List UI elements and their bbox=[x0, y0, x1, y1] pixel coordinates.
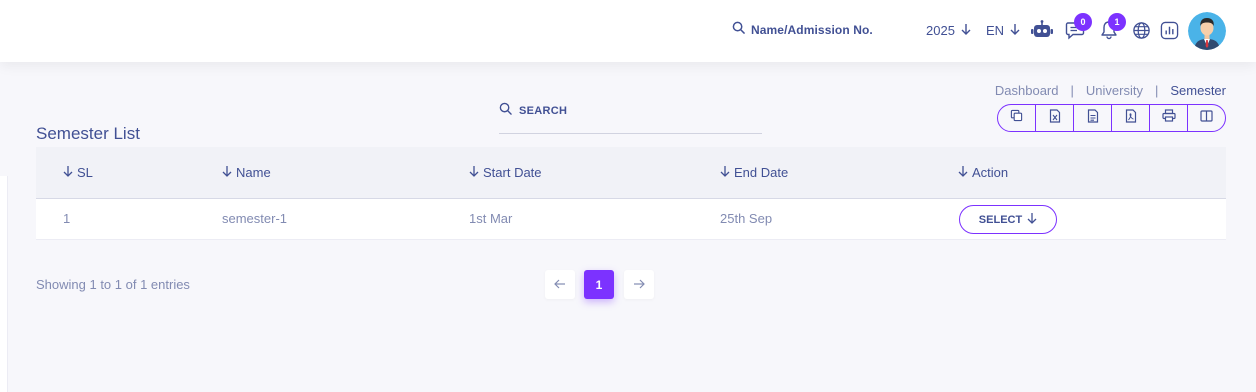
notification-count-badge: 1 bbox=[1108, 13, 1126, 31]
column-header-end-date[interactable]: End Date bbox=[720, 165, 788, 180]
table-search-input[interactable]: SEARCH bbox=[499, 100, 762, 134]
pdf-icon bbox=[1125, 108, 1137, 128]
search-icon bbox=[732, 21, 745, 39]
analytics-icon[interactable] bbox=[1158, 19, 1180, 41]
cell-name: semester-1 bbox=[222, 211, 288, 226]
sidebar-edge bbox=[0, 176, 8, 392]
entries-info: Showing 1 to 1 of 1 entries bbox=[36, 277, 190, 292]
column-header-action[interactable]: Action bbox=[958, 165, 1008, 180]
columns-button[interactable] bbox=[1188, 105, 1225, 131]
arrow-left-icon bbox=[554, 278, 566, 292]
student-search[interactable]: Name/Admission No. bbox=[732, 21, 873, 39]
table-header: SL Name Start Date End Date Action bbox=[36, 147, 1226, 199]
print-button[interactable] bbox=[1150, 105, 1188, 131]
table-row: 1 semester-1 1st Mar 25th Sep SELECT bbox=[36, 199, 1226, 240]
column-header-start-date[interactable]: Start Date bbox=[469, 165, 542, 180]
arrow-down-icon bbox=[961, 23, 971, 38]
column-header-sl[interactable]: SL bbox=[63, 165, 93, 180]
page-1-button[interactable]: 1 bbox=[584, 270, 614, 299]
arrow-right-icon bbox=[633, 278, 645, 292]
column-header-label: SL bbox=[77, 165, 93, 180]
user-avatar[interactable] bbox=[1188, 12, 1226, 50]
robot-icon[interactable] bbox=[1031, 19, 1053, 41]
arrow-down-icon bbox=[1027, 212, 1037, 227]
column-header-name[interactable]: Name bbox=[222, 165, 271, 180]
globe-icon[interactable] bbox=[1130, 19, 1152, 41]
csv-button[interactable] bbox=[1074, 105, 1112, 131]
arrow-down-icon bbox=[1010, 23, 1020, 38]
select-action-label: SELECT bbox=[978, 213, 1023, 226]
sort-arrow-icon bbox=[720, 165, 730, 180]
select-action-button[interactable]: SELECT bbox=[959, 205, 1057, 234]
cell-start-date: 1st Mar bbox=[469, 211, 513, 226]
sort-arrow-icon bbox=[222, 165, 232, 180]
excel-icon bbox=[1049, 108, 1061, 128]
sort-arrow-icon bbox=[469, 165, 479, 180]
print-icon bbox=[1161, 109, 1176, 127]
next-page-button[interactable] bbox=[624, 270, 654, 299]
column-header-label: Name bbox=[236, 165, 271, 180]
breadcrumb-separator: | bbox=[1154, 83, 1159, 98]
column-header-label: End Date bbox=[734, 165, 789, 180]
page-title: Semester List bbox=[36, 124, 140, 143]
top-navbar: Name/Admission No. 2025 EN 0 1 bbox=[0, 0, 1256, 62]
search-icon bbox=[499, 102, 512, 120]
cell-sl: 1 bbox=[63, 211, 71, 226]
language-selector[interactable]: EN bbox=[986, 21, 1020, 39]
csv-icon bbox=[1087, 108, 1099, 128]
cell-end-date: 25th Sep bbox=[720, 211, 773, 226]
export-button-group bbox=[997, 104, 1226, 132]
column-header-label: Start Date bbox=[483, 165, 542, 180]
copy-button[interactable] bbox=[998, 105, 1036, 131]
year-value: 2025 bbox=[926, 22, 955, 38]
breadcrumb-semester: Semester bbox=[1170, 83, 1226, 98]
columns-icon bbox=[1200, 109, 1213, 127]
pdf-button[interactable] bbox=[1112, 105, 1150, 131]
breadcrumb-dashboard[interactable]: Dashboard bbox=[995, 83, 1059, 98]
breadcrumb: Dashboard | University | Semester bbox=[995, 83, 1226, 98]
excel-button[interactable] bbox=[1036, 105, 1074, 131]
breadcrumb-university[interactable]: University bbox=[1086, 83, 1143, 98]
table-search-placeholder: SEARCH bbox=[519, 104, 568, 117]
semester-table: SL Name Start Date End Date Action 1 sem… bbox=[36, 147, 1226, 240]
breadcrumb-separator: | bbox=[1070, 83, 1074, 98]
sort-arrow-icon bbox=[63, 165, 73, 180]
sort-arrow-icon bbox=[958, 165, 968, 180]
column-header-label: Action bbox=[972, 165, 1009, 180]
student-search-label: Name/Admission No. bbox=[751, 23, 873, 37]
chat-count-badge: 0 bbox=[1074, 13, 1092, 31]
year-selector[interactable]: 2025 bbox=[926, 21, 971, 39]
copy-icon bbox=[1010, 109, 1023, 127]
previous-page-button[interactable] bbox=[545, 270, 575, 299]
language-value: EN bbox=[986, 22, 1005, 38]
